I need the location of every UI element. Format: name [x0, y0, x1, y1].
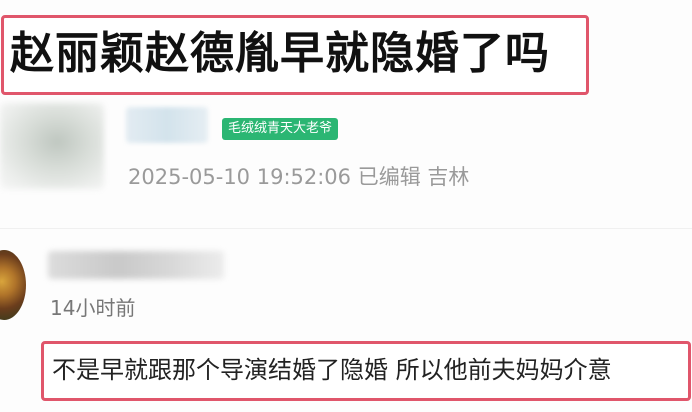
- comment-text: 不是早就跟那个导演结婚了隐婚 所以他前夫妈妈介意: [52, 356, 612, 384]
- author-tag-badge: 毛绒绒青天大老爷: [222, 118, 339, 140]
- post-card: 赵丽颖赵德胤早就隐婚了吗 毛绒绒青天大老爷 2025-05-10 19:52:0…: [0, 0, 692, 225]
- author-avatar[interactable]: [0, 103, 104, 189]
- post-title[interactable]: 赵丽颖赵德胤早就隐婚了吗: [10, 26, 550, 82]
- author-name-blurred[interactable]: [126, 107, 208, 143]
- comment-timestamp: 14小时前: [50, 296, 136, 320]
- divider: [0, 228, 692, 229]
- title-highlight-box: 赵丽颖赵德胤早就隐婚了吗: [1, 15, 589, 95]
- comment-highlight-box: 不是早就跟那个导演结婚了隐婚 所以他前夫妈妈介意: [41, 341, 691, 401]
- commenter-name-blurred[interactable]: [48, 251, 224, 279]
- post-meta: 2025-05-10 19:52:06 已编辑 吉林: [128, 165, 470, 189]
- commenter-avatar[interactable]: [0, 250, 26, 320]
